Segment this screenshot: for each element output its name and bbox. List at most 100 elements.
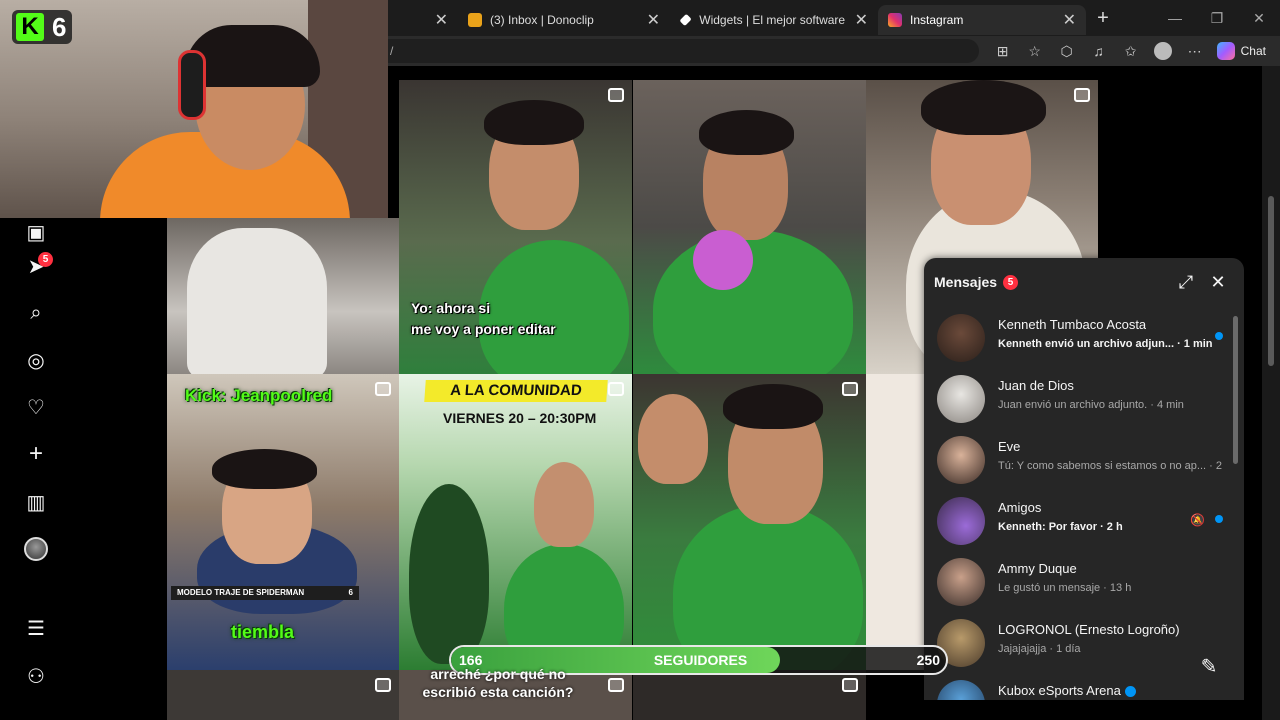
reel-icon — [375, 678, 391, 692]
new-tab-button[interactable]: + — [1086, 7, 1120, 30]
reel-tile[interactable]: A LA COMUNIDAD VIERNES 20 – 20:30PM — [399, 374, 632, 670]
reel-thumbnail — [212, 449, 317, 489]
media-icon[interactable]: ♫ — [1083, 43, 1115, 59]
poster-banner: A LA COMUNIDAD — [424, 380, 608, 402]
explore-icon[interactable]: ◎ — [24, 348, 48, 372]
messages-header-actions: ⤢ ✕ — [1170, 272, 1234, 293]
close-icon[interactable]: ✕ — [1055, 10, 1076, 30]
avatar — [24, 537, 48, 561]
page-scrollbar[interactable] — [1262, 66, 1280, 720]
extensions-icon[interactable]: ⬡ — [1051, 43, 1083, 60]
chat-button[interactable]: Chat — [1211, 42, 1272, 60]
more-options-icon[interactable]: ⋯ — [1179, 43, 1211, 60]
viewer-count: 6 — [52, 11, 67, 42]
conversation-name: Eve — [998, 439, 1021, 454]
minimize-icon[interactable]: — — [1154, 10, 1196, 27]
conversation-item[interactable]: Kenneth Tumbaco Acosta Kenneth envió un … — [924, 306, 1234, 367]
close-icon[interactable]: ✕ — [639, 10, 660, 30]
profile-avatar[interactable] — [24, 537, 48, 561]
close-icon[interactable]: ✕ — [427, 10, 448, 30]
tab-label: Instagram — [910, 13, 964, 27]
conversation-preview: Juan envió un archivo adjunto. · 4 min — [998, 399, 1184, 411]
conversation-name: Kubox eSports Arena — [998, 683, 1136, 698]
reel-tile[interactable] — [866, 374, 924, 670]
tab-hidden[interactable]: ✕ — [388, 5, 458, 35]
reel-caption: Yo: ahora si me voy a poner editar — [411, 298, 556, 340]
restore-icon[interactable]: ❐ — [1196, 10, 1238, 27]
profile-avatar-icon[interactable] — [1153, 42, 1172, 60]
url-field[interactable]: / — [388, 39, 979, 63]
messages-scrollbar[interactable] — [1233, 316, 1238, 464]
conversation-name: Kenneth Tumbaco Acosta — [998, 317, 1147, 332]
favorite-star-icon[interactable]: ☆ — [1019, 43, 1051, 60]
search-icon[interactable]: ⌕ — [24, 301, 48, 325]
reel-thumbnail — [638, 394, 708, 484]
muted-bell-icon: 🔕 — [1190, 513, 1205, 527]
expand-icon[interactable]: ⤢ — [1170, 272, 1202, 293]
heart-icon[interactable]: ♡ — [24, 395, 48, 419]
goal-target: 250 — [916, 652, 940, 668]
create-icon[interactable]: + — [24, 440, 48, 467]
close-icon[interactable]: ✕ — [1202, 272, 1234, 293]
reel-thumbnail — [723, 384, 823, 429]
conversation-item[interactable]: Kubox eSports Arena — [924, 672, 1234, 700]
scrollbar-thumb[interactable] — [1268, 196, 1274, 366]
tab-donoclip[interactable]: (3) Inbox | Donoclip ✕ — [458, 5, 670, 35]
conversation-item[interactable]: Ammy Duque Le gustó un mensaje · 13 h — [924, 550, 1234, 611]
conversation-item[interactable]: LOGRONOL (Ernesto Logroño) Jajajajajja ·… — [924, 611, 1234, 672]
reel-caption-line: me voy a poner editar — [411, 321, 556, 337]
avatar — [937, 314, 985, 362]
browser-toolbar: ⊞ ☆ ⬡ ♫ ✩ ⋯ Chat — [979, 42, 1280, 60]
address-bar-row: / ⊞ ☆ ⬡ ♫ ✩ ⋯ Chat — [388, 36, 1280, 66]
tab-instagram[interactable]: Instagram ✕ — [878, 5, 1086, 35]
reel-tile[interactable] — [633, 670, 866, 720]
apps-icon[interactable]: ⊞ — [987, 43, 1019, 60]
messages-title: Mensajes — [934, 274, 998, 290]
close-icon[interactable]: ✕ — [847, 10, 868, 30]
avatar — [937, 436, 985, 484]
chat-label: Chat — [1240, 44, 1266, 58]
avatar — [937, 375, 985, 423]
close-window-icon[interactable]: ✕ — [1238, 10, 1280, 27]
reel-bottom-caption: arreché ¿por qué no escribió esta canció… — [422, 666, 574, 700]
messages-panel: Mensajes 5 ⤢ ✕ Kenneth Tumbaco Acosta Ke… — [924, 258, 1244, 700]
conversation-item[interactable]: Eve Tú: Y como sabemos si estamos o no a… — [924, 428, 1234, 489]
reels-icon[interactable]: ▣ — [24, 220, 48, 244]
instagram-favicon-icon — [888, 13, 902, 27]
tiembla-caption: tiembla — [231, 622, 295, 642]
reel-icon — [608, 88, 624, 102]
avatar — [937, 497, 985, 545]
menu-icon[interactable]: ☰ — [24, 616, 48, 640]
conversation-name: LOGRONOL (Ernesto Logroño) — [998, 622, 1180, 637]
page-top-strip — [388, 66, 1280, 80]
reel-thumbnail — [921, 80, 1046, 135]
reel-thumbnail — [699, 110, 794, 155]
reel-tile[interactable] — [633, 80, 866, 374]
tab-widgets[interactable]: Widgets | El mejor software para p ✕ — [670, 5, 878, 35]
compose-message-icon[interactable]: ✎ — [1194, 652, 1224, 682]
instagram-sidebar: ▣ ➤ 5 ⌕ ◎ ♡ + ▥ ☰ ⚇ — [0, 218, 167, 720]
more-icon[interactable]: ⚇ — [24, 664, 48, 688]
reel-thumbnail — [409, 484, 489, 664]
reel-label-text: MODELO TRAJE DE SPIDERMAN — [177, 588, 305, 597]
reel-thumbnail — [534, 462, 594, 547]
reel-label-number: 6 — [348, 588, 353, 597]
reel-tile[interactable] — [633, 374, 866, 670]
conversation-item[interactable]: Amigos Kenneth: Por favor · 2 h 🔕 — [924, 489, 1234, 550]
donoclip-favicon-icon — [468, 13, 482, 27]
reel-tile[interactable]: Yo: ahora si me voy a poner editar — [399, 80, 632, 374]
conversation-item[interactable]: Juan de Dios Juan envió un archivo adjun… — [924, 367, 1234, 428]
favorites-icon[interactable]: ✩ — [1115, 43, 1147, 60]
reel-tile[interactable]: Kick: Jeanpoolred MODELO TRAJE DE SPIDER… — [167, 374, 399, 670]
conversation-name-text: Kubox eSports Arena — [998, 683, 1121, 698]
messages-header: Mensajes 5 ⤢ ✕ — [924, 258, 1244, 306]
conversation-preview: Le gustó un mensaje · 13 h — [998, 582, 1132, 594]
reel-icon — [842, 382, 858, 396]
reel-tile[interactable] — [167, 218, 399, 374]
dashboard-icon[interactable]: ▥ — [24, 490, 48, 514]
reel-thumbnail — [484, 100, 584, 145]
reel-tile[interactable] — [167, 670, 399, 720]
conversation-preview: Kenneth: Por favor · 2 h — [998, 521, 1123, 533]
avatar — [937, 680, 985, 700]
headset-icon — [178, 50, 206, 120]
